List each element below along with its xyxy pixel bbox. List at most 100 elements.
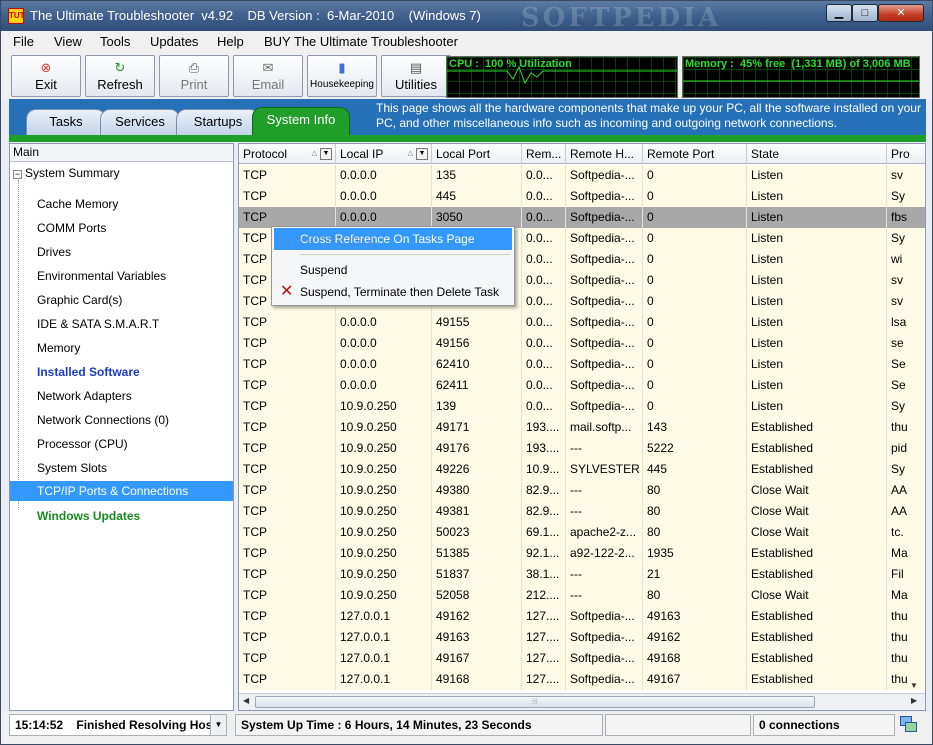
table-row[interactable]: TCP 0.0.0.0 62410 0.0... Softpedia-... 0 Liste… xyxy=(239,354,925,375)
table-cell: 10.9.0.250 xyxy=(336,417,432,438)
table-cell: 0.0.0.0 xyxy=(336,165,432,186)
filter-dropdown-icon[interactable]: ▼ xyxy=(416,148,428,160)
minimize-button[interactable]: ▁ xyxy=(826,4,852,22)
table-cell: mail.softp... xyxy=(566,417,643,438)
system-info-tree: Main − System Summary Cache Memory COMM Po… xyxy=(9,143,234,711)
table-row[interactable]: TCP 10.9.0.250 49380 82.9... --- 80 Close Wait… xyxy=(239,480,925,501)
scroll-right-icon[interactable]: ▶ xyxy=(911,696,917,705)
table-cell: 0 xyxy=(643,291,747,312)
table-row[interactable]: TCP 10.9.0.250 51385 92.1... a92-122-2... 193… xyxy=(239,543,925,564)
tree-item[interactable]: System Slots xyxy=(37,461,107,475)
column-header[interactable]: State xyxy=(747,144,887,164)
table-row[interactable]: TCP 10.9.0.250 51837 38.1... --- 21 Establishe… xyxy=(239,564,925,585)
table-cell: TCP xyxy=(239,207,336,228)
exit-button[interactable]: ⊗ Exit xyxy=(11,55,81,97)
menu-buy[interactable]: BUY The Ultimate Troubleshooter xyxy=(264,34,458,49)
table-row[interactable]: TCP 10.9.0.250 49171 193.... mail.softp... 14… xyxy=(239,417,925,438)
table-row[interactable]: TCP 0.0.0.0 62411 0.0... Softpedia-... 0 Liste… xyxy=(239,375,925,396)
housekeeping-button[interactable]: ▮ Housekeeping xyxy=(307,55,377,97)
print-button[interactable]: ⎙ Print xyxy=(159,55,229,97)
status-log-dropdown[interactable]: 15:14:52 Finished Resolving Hos ▼ xyxy=(9,714,227,736)
utilities-button[interactable]: ▤ Utilities xyxy=(381,55,451,97)
table-cell: tc. xyxy=(887,522,925,543)
column-header[interactable]: Remote Port xyxy=(643,144,747,164)
tab-tasks[interactable]: Tasks xyxy=(26,109,106,135)
tab-system-info[interactable]: System Info xyxy=(252,107,350,135)
refresh-button[interactable]: ↻ Refresh xyxy=(85,55,155,97)
table-row[interactable]: TCP 10.9.0.250 50023 69.1... apache2-z... 80 C… xyxy=(239,522,925,543)
table-row[interactable]: TCP 0.0.0.0 49155 0.0... Softpedia-... 0 Liste… xyxy=(239,312,925,333)
tree-item[interactable]: Windows Updates xyxy=(37,509,140,523)
column-header[interactable]: Local Port xyxy=(432,144,522,164)
tree-item[interactable]: IDE & SATA S.M.A.R.T xyxy=(37,317,159,331)
column-header[interactable]: Protocol △ ▼ xyxy=(239,144,336,164)
table-row[interactable]: TCP 0.0.0.0 135 0.0... Softpedia-... 0 Listen s… xyxy=(239,165,925,186)
close-button[interactable]: ✕ xyxy=(878,4,924,22)
table-row[interactable]: TCP 10.9.0.250 139 0.0... Softpedia-... 0 List… xyxy=(239,396,925,417)
table-cell: 49380 xyxy=(432,480,522,501)
menu-updates[interactable]: Updates xyxy=(150,34,198,49)
column-header[interactable]: Pro xyxy=(887,144,925,164)
network-icon[interactable] xyxy=(897,714,919,736)
tree-item[interactable]: COMM Ports xyxy=(37,221,106,235)
table-cell: TCP xyxy=(239,186,336,207)
tree-item[interactable]: Processor (CPU) xyxy=(37,437,128,451)
table-row[interactable]: TCP 10.9.0.250 49226 10.9... SYLVESTER 445 Est… xyxy=(239,459,925,480)
tree-item[interactable]: Environmental Variables xyxy=(37,269,166,283)
maximize-button[interactable]: □ xyxy=(852,4,878,22)
tab-services[interactable]: Services xyxy=(100,109,180,135)
tree-item[interactable]: Network Adapters xyxy=(37,389,132,403)
menu-item-suspend-terminate-delete[interactable]: ✕ Suspend, Terminate then Delete Task xyxy=(274,281,512,303)
menu-file[interactable]: File xyxy=(13,34,34,49)
table-cell: 10.9... xyxy=(522,459,566,480)
table-row[interactable]: TCP 127.0.0.1 49162 127.... Softpedia-... 491… xyxy=(239,606,925,627)
tab-startups[interactable]: Startups xyxy=(176,109,260,135)
column-header[interactable]: Remote H... xyxy=(566,144,643,164)
table-cell: a92-122-2... xyxy=(566,543,643,564)
tree-item[interactable]: Memory xyxy=(37,341,80,355)
table-cell: AA xyxy=(887,480,925,501)
table-row[interactable]: TCP 10.9.0.250 49381 82.9... --- 80 Close Wait… xyxy=(239,501,925,522)
column-header[interactable]: Local IP △ ▼ xyxy=(336,144,432,164)
tree-item[interactable]: TCP/IP Ports & Connections xyxy=(10,481,233,501)
chevron-down-icon[interactable]: ▼ xyxy=(210,715,226,735)
table-row[interactable]: TCP 0.0.0.0 445 0.0... Softpedia-... 0 Listen S… xyxy=(239,186,925,207)
tree-item[interactable]: Network Connections (0) xyxy=(37,413,169,427)
table-row[interactable]: TCP 127.0.0.1 49168 127.... Softpedia-... 491… xyxy=(239,669,925,690)
table-cell: 127.... xyxy=(522,669,566,690)
tree-item[interactable]: Cache Memory xyxy=(37,197,118,211)
table-cell: 127.0.0.1 xyxy=(336,606,432,627)
table-cell: thu xyxy=(887,627,925,648)
scrollbar-thumb[interactable]: ⦙⦙⦙ xyxy=(255,696,815,708)
scroll-down-icon[interactable]: ▼ xyxy=(910,681,918,690)
tree-item[interactable]: Installed Software xyxy=(37,365,140,379)
table-cell: 0 xyxy=(643,375,747,396)
tree-item[interactable]: Drives xyxy=(37,245,71,259)
email-button[interactable]: ✉ Email xyxy=(233,55,303,97)
table-row[interactable]: TCP 0.0.0.0 49156 0.0... Softpedia-... 0 Liste… xyxy=(239,333,925,354)
collapse-icon[interactable]: − xyxy=(13,170,22,179)
menu-item-suspend[interactable]: Suspend xyxy=(274,259,512,281)
menu-view[interactable]: View xyxy=(54,34,82,49)
table-row[interactable]: TCP 127.0.0.1 49163 127.... Softpedia-... 491… xyxy=(239,627,925,648)
tree-root-system-summary[interactable]: − System Summary xyxy=(13,166,120,180)
tree-item[interactable]: Graphic Card(s) xyxy=(37,293,122,307)
table-row[interactable]: TCP 127.0.0.1 49167 127.... Softpedia-... 491… xyxy=(239,648,925,669)
menu-item-cross-reference[interactable]: Cross Reference On Tasks Page xyxy=(274,228,512,250)
filter-dropdown-icon[interactable]: ▼ xyxy=(320,148,332,160)
table-cell: 193.... xyxy=(522,438,566,459)
scroll-left-icon[interactable]: ◀ xyxy=(243,696,249,705)
menu-help[interactable]: Help xyxy=(217,34,244,49)
table-cell: 92.1... xyxy=(522,543,566,564)
menu-tools[interactable]: Tools xyxy=(100,34,130,49)
table-cell: 49155 xyxy=(432,312,522,333)
table-row[interactable]: TCP 0.0.0.0 3050 0.0... Softpedia-... 0 Listen… xyxy=(239,207,925,228)
table-cell: Established xyxy=(747,438,887,459)
table-cell: Softpedia-... xyxy=(566,312,643,333)
horizontal-scrollbar[interactable]: ◀ ⦙⦙⦙ ▶ xyxy=(239,693,925,710)
title-bar[interactable]: TUT The Ultimate Troubleshooter v4.92 DB… xyxy=(1,1,932,33)
status-time: 15:14:52 xyxy=(15,718,64,732)
column-header[interactable]: Rem... xyxy=(522,144,566,164)
table-row[interactable]: TCP 10.9.0.250 49176 193.... --- 5222 Establis… xyxy=(239,438,925,459)
table-row[interactable]: TCP 10.9.0.250 52058 212.... --- 80 Close Wait… xyxy=(239,585,925,606)
